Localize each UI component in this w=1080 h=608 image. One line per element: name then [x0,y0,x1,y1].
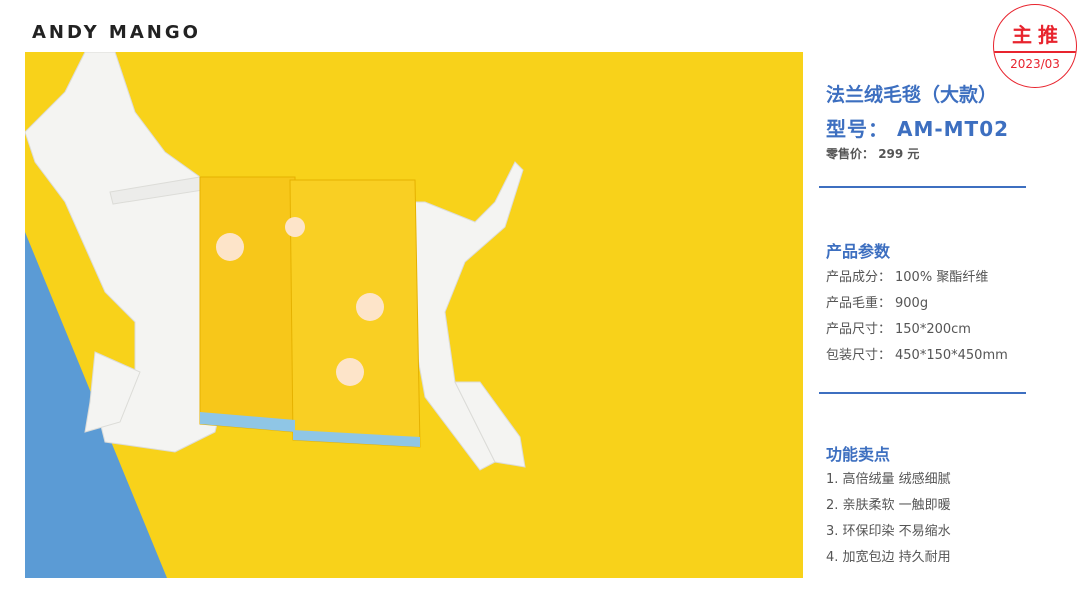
features-title: 功能卖点 [826,445,891,464]
towels [199,176,421,448]
feature-item: 2. 亲肤柔软 一触即暖 [826,498,951,513]
features-list: 1. 高倍绒量 绒感细腻 2. 亲肤柔软 一触即暖 3. 环保印染 不易缩水 4… [826,470,951,574]
spec-key: 包装尺寸： [826,348,892,363]
spec-row: 包装尺寸： 450*150*450mm [826,346,1008,372]
stamp-title: 主推 [1012,23,1064,47]
section-divider [819,392,1026,394]
specs-title: 产品参数 [826,242,891,261]
feature-item: 4. 加宽包边 持久耐用 [826,550,951,565]
spec-value: 900g [895,296,929,311]
spec-row: 产品毛重： 900g [826,294,1008,320]
model-label: 型号： [826,117,889,141]
feature-item: 3. 环保印染 不易缩水 [826,524,951,539]
brand-logo: ANDY MANGO [32,22,201,43]
spec-key: 产品尺寸： [826,322,892,337]
feature-item: 1. 高倍绒量 绒感细腻 [826,472,951,487]
spec-value: 450*150*450mm [895,348,1008,363]
stamp-divider [994,51,1076,53]
price-value: 299 元 [878,147,920,161]
product-model: 型号： AM-MT02 [826,113,1009,142]
section-divider [819,186,1026,188]
spec-row: 产品尺寸： 150*200cm [826,320,1008,346]
spec-key: 产品成分： [826,270,892,285]
stamp-date: 2023/03 [1010,57,1060,71]
spec-value: 150*200cm [895,322,971,337]
specs-list: 产品成分： 100% 聚酯纤维 产品毛重： 900g 产品尺寸： 150*200cm … [826,268,1008,372]
spec-value: 100% 聚酯纤维 [895,270,989,285]
product-price: 零售价： 299 元 [826,145,919,162]
product-photo [25,52,803,578]
spec-row: 产品成分： 100% 聚酯纤维 [826,268,1008,294]
price-label: 零售价： [826,147,875,161]
featured-stamp: 主推 2023/03 [993,4,1077,88]
product-name: 法兰绒毛毯（大款） [826,84,998,106]
model-value: AM-MT02 [896,117,1010,141]
spec-key: 产品毛重： [826,296,892,311]
